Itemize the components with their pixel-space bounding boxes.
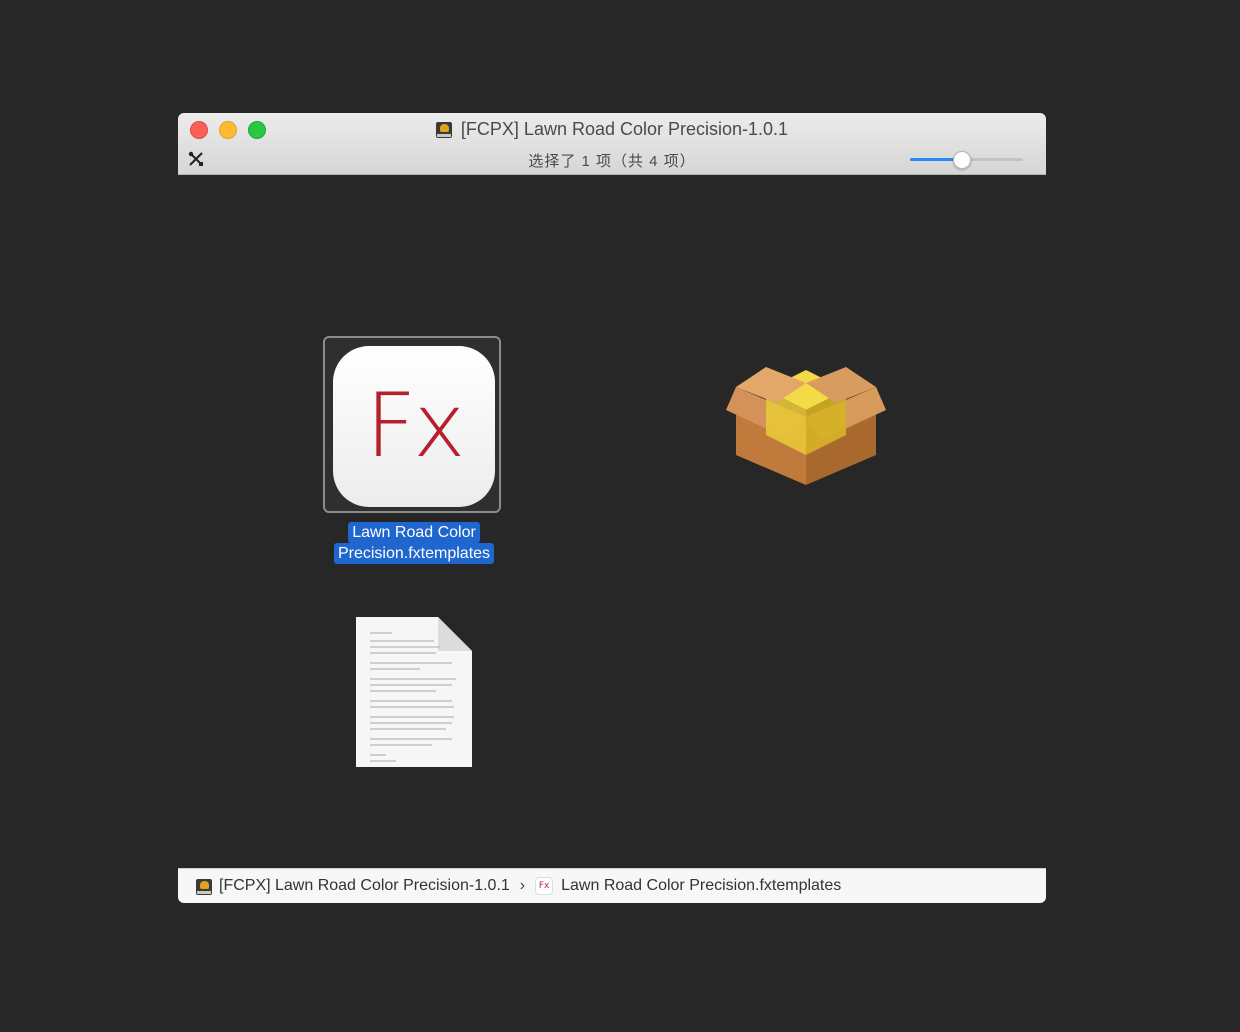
icon-size-slider[interactable] xyxy=(910,150,1023,170)
disk-image-icon xyxy=(435,120,452,138)
window-title-text: [FCPX] Lawn Road Color Precision-1.0.1 xyxy=(460,118,789,139)
titlebar[interactable]: [FCPX] Lawn Road Color Precision-1.0.1 选… xyxy=(178,113,1046,175)
document-icon[interactable] xyxy=(356,617,472,767)
chevron-right-icon: › xyxy=(519,877,526,894)
slider-thumb[interactable] xyxy=(952,151,971,169)
path-segment-volume[interactable]: [FCPX] Lawn Road Color Precision-1.0.1 xyxy=(219,877,510,895)
icon-view[interactable]: Fx Lawn Road Color Precision.fxtemplates xyxy=(178,175,1046,868)
window-title: [FCPX] Lawn Road Color Precision-1.0.1 xyxy=(178,117,1046,141)
file-label-fxtemplates[interactable]: Lawn Road Color Precision.fxtemplates xyxy=(327,522,501,564)
status-bar: 选择了 1 项（共 4 项） xyxy=(178,145,1046,173)
fx-template-icon[interactable]: Fx xyxy=(333,346,495,507)
disk-image-icon xyxy=(196,877,212,895)
package-icon[interactable] xyxy=(726,355,886,505)
path-bar: [FCPX] Lawn Road Color Precision-1.0.1 ›… xyxy=(178,868,1046,903)
path-segment-file[interactable]: Lawn Road Color Precision.fxtemplates xyxy=(561,877,841,895)
fx-template-mini-icon: Fx xyxy=(535,877,554,895)
finder-window: [FCPX] Lawn Road Color Precision-1.0.1 选… xyxy=(178,113,1046,903)
